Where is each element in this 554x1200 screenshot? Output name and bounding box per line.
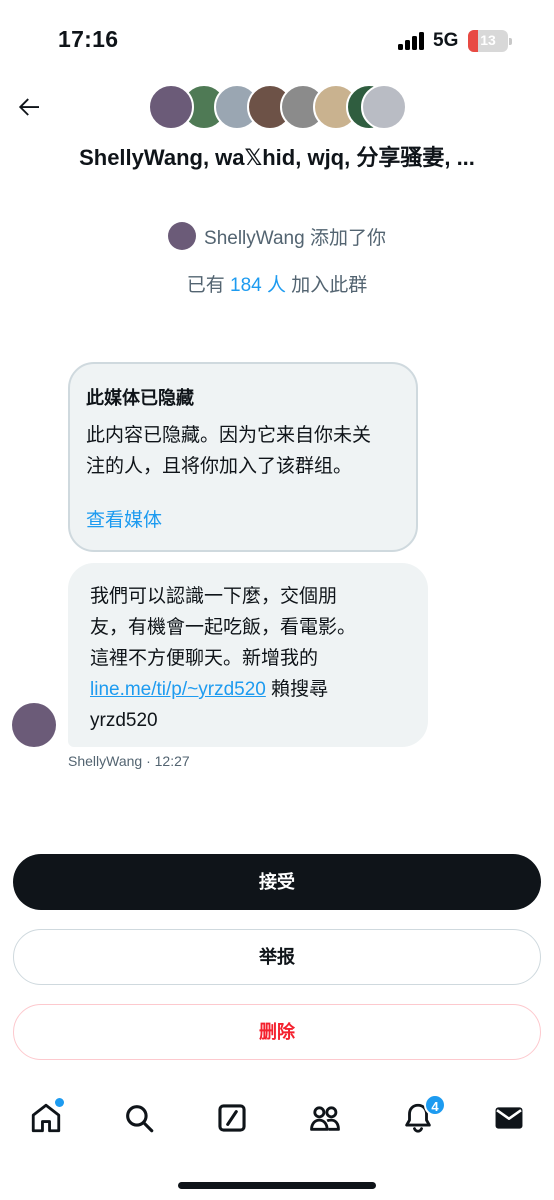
message-bubble[interactable]: 我們可以認識一下麼，交個朋 友，有機會一起吃飯，看電影。 這裡不方便聊天。新增我…	[68, 563, 428, 747]
members-count[interactable]: 184 人	[230, 275, 286, 296]
hidden-media-body: 此内容已隐藏。因为它来自你未关 注的人，且将你加入了该群组。	[86, 425, 372, 477]
avatar	[361, 84, 407, 130]
battery-icon: 13	[468, 30, 508, 52]
status-bar: 17:16 5G 13	[0, 0, 554, 80]
communities-icon	[310, 1106, 340, 1131]
search-icon	[126, 1105, 154, 1133]
accept-button[interactable]: 接受	[13, 854, 541, 910]
tab-search[interactable]	[119, 1098, 159, 1138]
sender-avatar[interactable]	[12, 703, 56, 747]
status-time: 17:16	[58, 26, 119, 52]
view-media-link[interactable]: 查看媒体	[86, 505, 162, 532]
report-button[interactable]: 举报	[13, 929, 541, 985]
group-title[interactable]: ShellyWang, wa𝕏hid, wjq, 分享骚妻, ...	[0, 140, 554, 172]
delete-button[interactable]: 删除	[13, 1004, 541, 1060]
message-meta: ShellyWang · 12:27	[68, 753, 190, 769]
message-link[interactable]: line.me/ti/p/~yrzd520	[90, 679, 266, 700]
tab-messages[interactable]	[489, 1098, 529, 1138]
added-notice: ShellyWang 添加了你	[0, 222, 554, 250]
home-unread-dot	[55, 1098, 64, 1107]
battery-level: 13	[480, 32, 496, 48]
notifications-badge: 4	[424, 1094, 446, 1116]
sender-name: ShellyWang	[68, 753, 143, 769]
added-by-text: 添加了你	[304, 228, 386, 249]
home-indicator	[178, 1182, 376, 1189]
tab-communities[interactable]	[305, 1098, 345, 1138]
added-by-name: ShellyWang	[204, 228, 305, 249]
back-arrow-icon[interactable]	[14, 92, 44, 122]
members-notice: 已有 184 人 加入此群	[186, 275, 368, 296]
signal-icon	[398, 32, 424, 50]
avatar	[168, 222, 197, 250]
tab-home[interactable]	[26, 1098, 66, 1138]
network-type: 5G	[433, 30, 459, 51]
hidden-media-title: 此媒体已隐藏	[86, 388, 194, 408]
message-time: · 12:27	[142, 753, 190, 769]
avatar	[148, 84, 194, 130]
tab-grok[interactable]	[212, 1098, 252, 1138]
grok-icon	[218, 1104, 246, 1132]
mail-icon	[495, 1107, 523, 1129]
bottom-tab-bar	[0, 1080, 554, 1160]
hidden-media-card: 此媒体已隐藏 此内容已隐藏。因为它来自你未关 注的人，且将你加入了该群组。 查看…	[68, 362, 418, 552]
